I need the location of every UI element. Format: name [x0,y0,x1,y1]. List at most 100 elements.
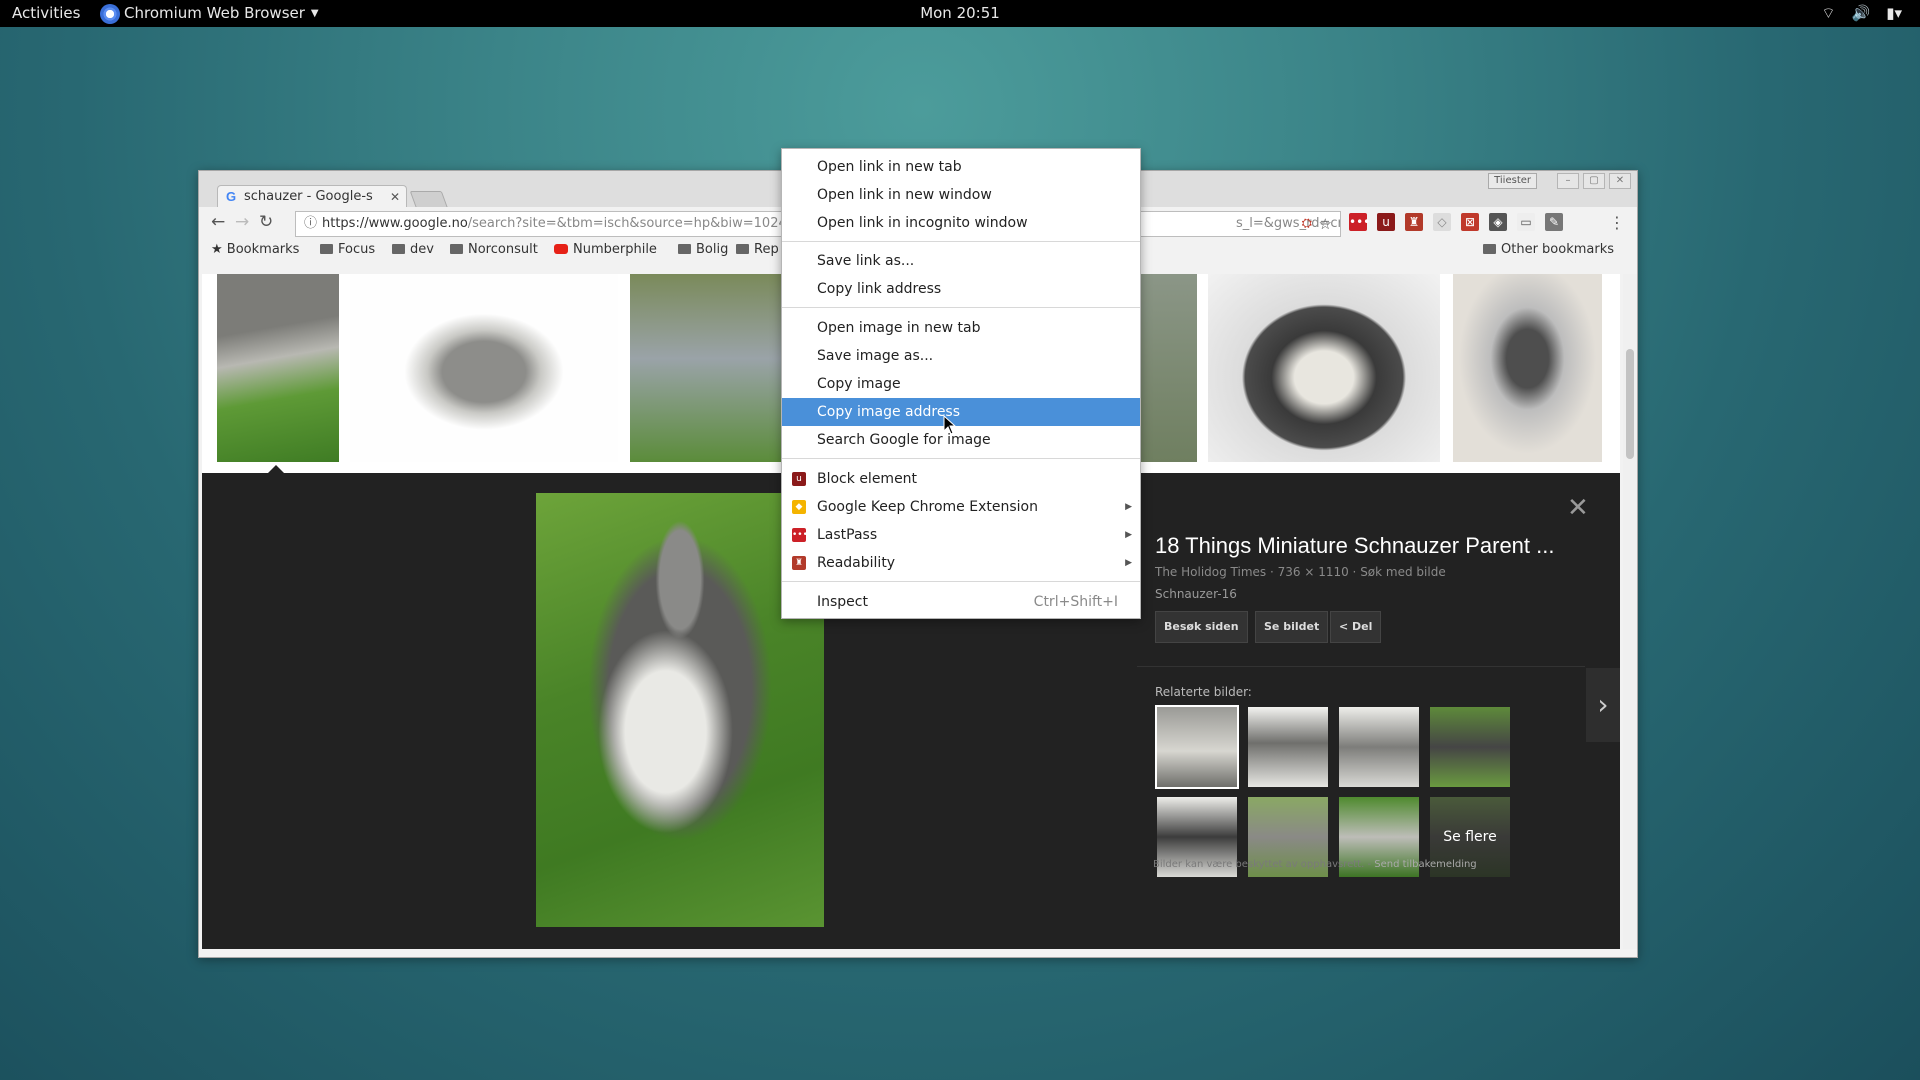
menu-item-open-link-new-window[interactable]: Open link in new window [782,181,1140,209]
menu-label: Copy image [817,376,901,392]
share-icon: < [1339,620,1353,633]
menu-item-copy-link[interactable]: Copy link address [782,275,1140,303]
related-images-label: Relaterte bilder: [1155,685,1252,699]
readability-icon[interactable]: ♜ [1405,213,1423,231]
profile-button[interactable]: Tiiester [1488,173,1537,189]
translate-icon[interactable]: ⛭ [1302,212,1312,236]
system-tray[interactable]: ⌔ 🔊 ▮▾ [1821,0,1902,27]
youtube-icon [554,244,568,254]
menu-item-block-element[interactable]: u Block element [782,465,1140,493]
info-icon: ⓘ [304,216,318,231]
menu-item-save-link[interactable]: Save link as... [782,247,1140,275]
bookmark-norconsult[interactable]: Norconsult [450,239,538,261]
keep-icon[interactable]: ◈ [1489,213,1507,231]
menu-label: Readability [817,555,896,571]
url-path: /search?site=&tbm=isch&source=hp&biw=102… [467,216,787,231]
folder-icon [678,244,691,254]
bookmark-dev[interactable]: dev [392,239,434,261]
ublock-icon: u [792,472,806,486]
image-result[interactable] [1208,274,1440,462]
extension-icon[interactable]: ✎ [1545,213,1563,231]
context-menu: Open link in new tab Open link in new wi… [781,148,1141,619]
google-icon: G [226,189,237,204]
image-result[interactable] [630,274,782,462]
related-image[interactable] [1339,707,1419,787]
menu-label: Save image as... [817,348,934,364]
share-label: Del [1352,620,1373,633]
page-scrollbar[interactable] [1623,274,1637,949]
menu-item-copy-image-address[interactable]: Copy image address [782,398,1140,426]
feedback-link[interactable]: Send tilbakemelding [1374,859,1476,870]
bookmark-label: Rep [754,242,779,257]
cast-icon[interactable]: ▭ [1517,213,1535,231]
maximize-button[interactable]: ▢ [1583,173,1605,189]
close-window-button[interactable]: ✕ [1609,173,1631,189]
menu-item-google-keep[interactable]: ◆ Google Keep Chrome Extension ▶ [782,493,1140,521]
close-tab-icon[interactable]: ✕ [390,186,400,208]
bookmark-label: Other bookmarks [1501,242,1615,257]
pocket-icon[interactable]: ⊠ [1461,213,1479,231]
menu-item-inspect[interactable]: Inspect Ctrl+Shift+I [782,588,1140,616]
folder-icon [450,244,463,254]
share-button[interactable]: < Del [1330,611,1382,643]
minimize-button[interactable]: – [1557,173,1579,189]
menu-item-open-link-incognito[interactable]: Open link in incognito window [782,209,1140,237]
menu-label: Open link in new window [817,187,992,203]
menu-item-open-link-new-tab[interactable]: Open link in new tab [782,153,1140,181]
view-image-button[interactable]: Se bildet [1255,611,1329,643]
image-title[interactable]: 18 Things Miniature Schnauzer Parent ... [1155,533,1554,559]
menu-item-search-google-image[interactable]: Search Google for image [782,426,1140,454]
folder-icon [392,244,405,254]
image-result[interactable] [1453,274,1602,462]
reload-button[interactable]: ↻ [259,212,273,232]
clock[interactable]: Mon 20:51 [0,0,1920,27]
copyright-text: Bilder kan være beskyttet av opphavsrett… [1153,859,1372,870]
menu-label: LastPass [817,527,878,543]
back-button[interactable]: ← [211,212,225,232]
image-result[interactable] [1137,274,1197,462]
tab-title: schauzer - Google-s [244,189,373,204]
related-image[interactable] [1248,707,1328,787]
menu-item-copy-image[interactable]: Copy image [782,370,1140,398]
bookmark-bolig[interactable]: Bolig [678,239,728,261]
submenu-arrow-icon: ▶ [1125,558,1132,568]
visit-page-button[interactable]: Besøk siden [1155,611,1248,643]
ublock-icon[interactable]: u [1377,213,1395,231]
forward-button[interactable]: → [235,212,249,232]
image-meta: The Holidog Times · 736 × 1110 · Søk med… [1155,565,1446,579]
close-icon[interactable]: ✕ [1567,493,1589,523]
volume-icon: 🔊 [1851,4,1871,22]
image-result[interactable] [217,274,339,462]
related-image[interactable] [1430,707,1510,787]
menu-label: Save link as... [817,253,915,269]
scrollbar-thumb[interactable] [1626,349,1634,459]
menu-item-save-image[interactable]: Save image as... [782,342,1140,370]
star-icon: ★ [211,242,227,257]
menu-icon[interactable]: ⋮ [1609,213,1625,232]
menu-label: Open link in new tab [817,159,962,175]
lastpass-icon: ••• [792,528,808,542]
menu-item-open-image-new-tab[interactable]: Open image in new tab [782,314,1140,342]
menu-separator [782,458,1140,459]
submenu-arrow-icon: ▶ [1125,502,1132,512]
star-icon[interactable]: ☆ [1319,212,1332,236]
folder-icon [736,244,749,254]
shield-icon[interactable]: ◇ [1433,213,1451,231]
image-result[interactable] [350,274,618,462]
menu-label: Copy link address [817,281,942,297]
divider [1137,666,1585,667]
tab-google-images[interactable]: G schauzer - Google-s ✕ [217,185,407,208]
menu-label: Open image in new tab [817,320,981,336]
window-controls: Tiiester – ▢ ✕ [1488,173,1631,189]
menu-item-readability[interactable]: ♜ Readability ▶ [782,549,1140,577]
lastpass-icon[interactable]: ••• [1349,213,1370,231]
bookmark-focus[interactable]: Focus [320,239,375,261]
keep-icon: ◆ [792,500,806,514]
bookmark-other[interactable]: Other bookmarks [1483,239,1614,261]
menu-item-lastpass[interactable]: ••• LastPass ▶ [782,521,1140,549]
related-image[interactable] [1155,705,1239,789]
chevron-right-icon[interactable]: › [1586,668,1620,742]
bookmark-rep[interactable]: Rep [736,239,779,261]
bookmark-bookmarks[interactable]: ★ Bookmarks [211,239,299,261]
bookmark-numberphile[interactable]: Numberphile [554,239,657,261]
